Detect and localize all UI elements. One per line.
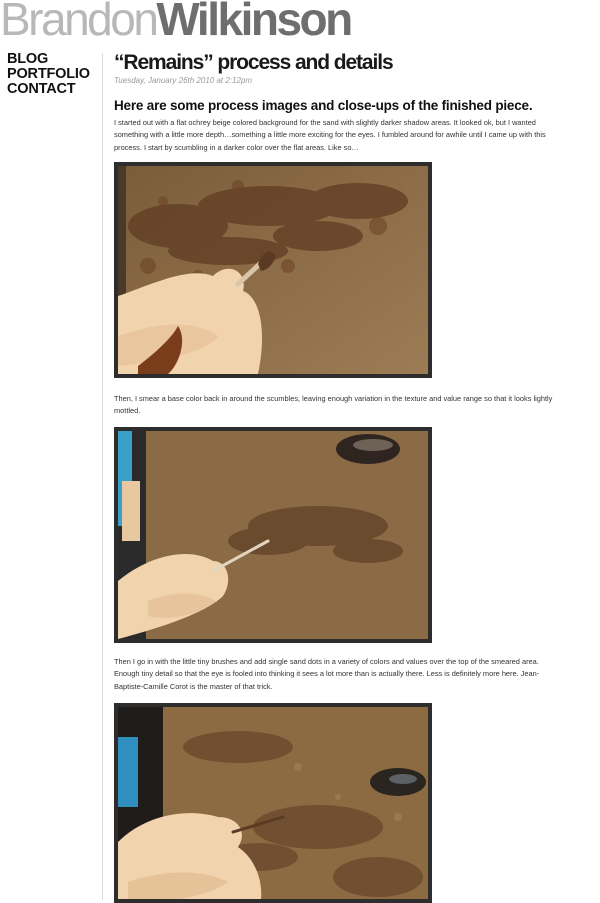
process-photo-2[interactable] xyxy=(114,427,432,643)
process-photo-1[interactable] xyxy=(114,162,432,378)
site-title[interactable]: BrandonWilkinson xyxy=(0,0,353,45)
process-photo-2-image xyxy=(118,431,428,639)
post-date: Tuesday, January 26th 2010 at 2:12pm xyxy=(114,76,253,85)
site-title-last: Wilkinson xyxy=(156,0,353,45)
main-nav: BLOG PORTFOLIO CONTACT xyxy=(7,52,97,97)
site-title-first: Brandon xyxy=(0,0,159,45)
post-paragraph-2: Then, I smear a base color back in aroun… xyxy=(114,394,553,416)
post-paragraph-3: Then I go in with the little tiny brushe… xyxy=(114,657,540,691)
process-photo-3[interactable] xyxy=(114,703,432,903)
nav-item-portfolio[interactable]: PORTFOLIO xyxy=(7,67,97,82)
sidebar-divider xyxy=(102,53,103,900)
process-photo-1-image xyxy=(118,166,428,374)
post-paragraph-1: I started out with a flat ochrey beige c… xyxy=(114,118,546,152)
post-subheading: Here are some process images and close-u… xyxy=(114,98,533,113)
nav-item-contact[interactable]: CONTACT xyxy=(7,82,97,97)
post-content: “Remains” process and details Tuesday, J… xyxy=(114,50,554,154)
process-photo-3-image xyxy=(118,707,428,899)
nav-item-blog[interactable]: BLOG xyxy=(7,52,97,67)
post-title[interactable]: “Remains” process and details xyxy=(114,50,554,76)
